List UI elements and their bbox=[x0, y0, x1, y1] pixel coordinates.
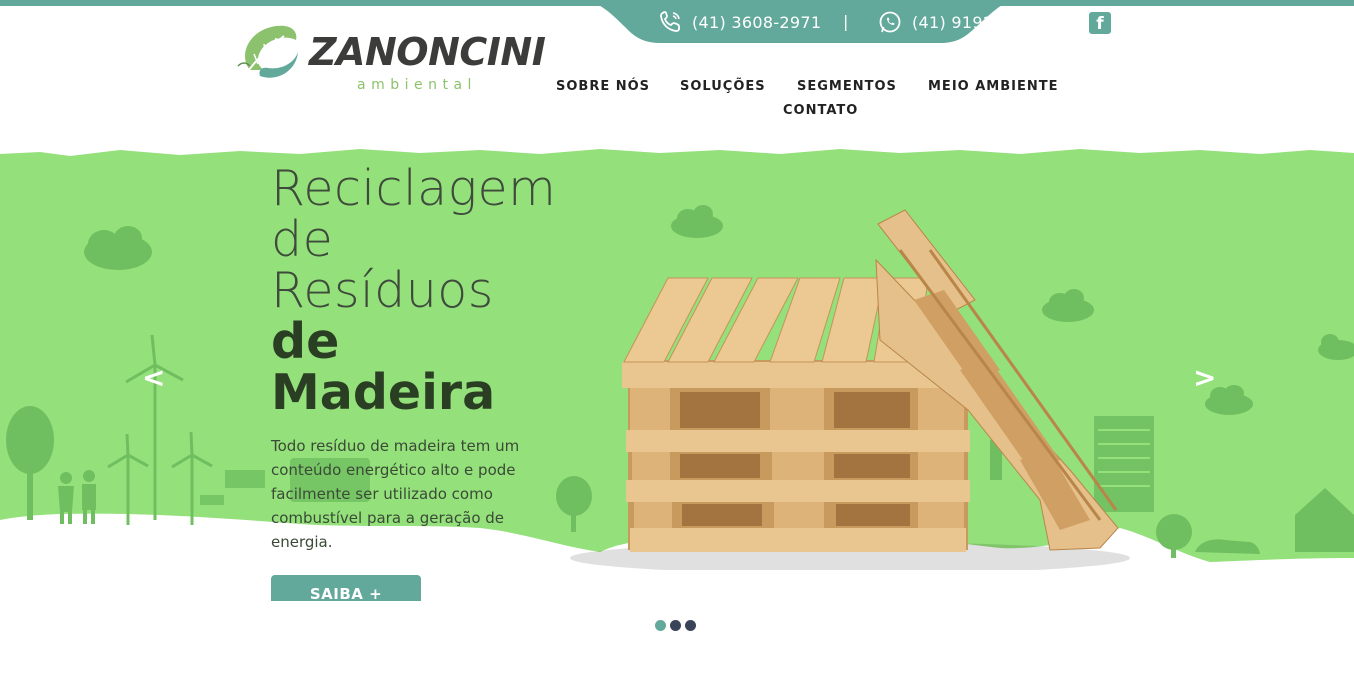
slider-pagination bbox=[655, 620, 696, 631]
slider-dot-1[interactable] bbox=[655, 620, 666, 631]
hero-headline: Reciclagem de Resíduos de Madeira bbox=[271, 163, 631, 418]
headline-line-1: Reciclagem bbox=[271, 160, 557, 217]
saiba-mais-button[interactable]: SAIBA + bbox=[271, 575, 421, 601]
slider-prev-arrow[interactable]: < bbox=[142, 361, 165, 394]
facebook-icon[interactable]: f bbox=[1089, 12, 1111, 34]
nav-item-segmentos[interactable]: SEGMENTOS bbox=[797, 79, 897, 94]
headline-line-3: Resíduos bbox=[271, 262, 494, 319]
slider-dot-3[interactable] bbox=[685, 620, 696, 631]
hero-illustration bbox=[0, 149, 1354, 570]
facebook-glyph: f bbox=[1096, 14, 1104, 34]
logo[interactable]: ZANONCINI ambiental bbox=[236, 22, 546, 96]
logo-tagline: ambiental bbox=[357, 77, 477, 93]
logo-wordmark: ZANONCINI bbox=[309, 30, 546, 74]
phone-icon bbox=[660, 11, 680, 32]
phone-contact[interactable]: (41) 3608-2971 bbox=[658, 11, 821, 33]
nav-item-contato[interactable]: CONTATO bbox=[783, 103, 858, 118]
headline-line-2: de bbox=[271, 211, 334, 268]
nav-item-meio-ambiente[interactable]: MEIO AMBIENTE bbox=[928, 79, 1058, 94]
slider-next-arrow[interactable]: > bbox=[1193, 361, 1216, 394]
leaf-logo-icon bbox=[237, 25, 298, 78]
whatsapp-contact[interactable]: (41) 9192 bbox=[878, 11, 993, 33]
contact-separator: | bbox=[843, 12, 849, 31]
whatsapp-icon bbox=[879, 11, 901, 33]
slider-dot-2[interactable] bbox=[670, 620, 681, 631]
headline-line-5: Madeira bbox=[271, 364, 496, 421]
nav-item-solucoes[interactable]: SOLUÇÕES bbox=[680, 79, 766, 94]
hero-description: Todo resíduo de madeira tem um conteúdo … bbox=[271, 437, 520, 551]
headline-line-4: de bbox=[271, 313, 340, 370]
phone-number: (41) 3608-2971 bbox=[692, 12, 822, 32]
nav-item-sobre-nos[interactable]: SOBRE NÓS bbox=[556, 79, 650, 94]
whatsapp-number: (41) 9192 bbox=[912, 12, 994, 32]
